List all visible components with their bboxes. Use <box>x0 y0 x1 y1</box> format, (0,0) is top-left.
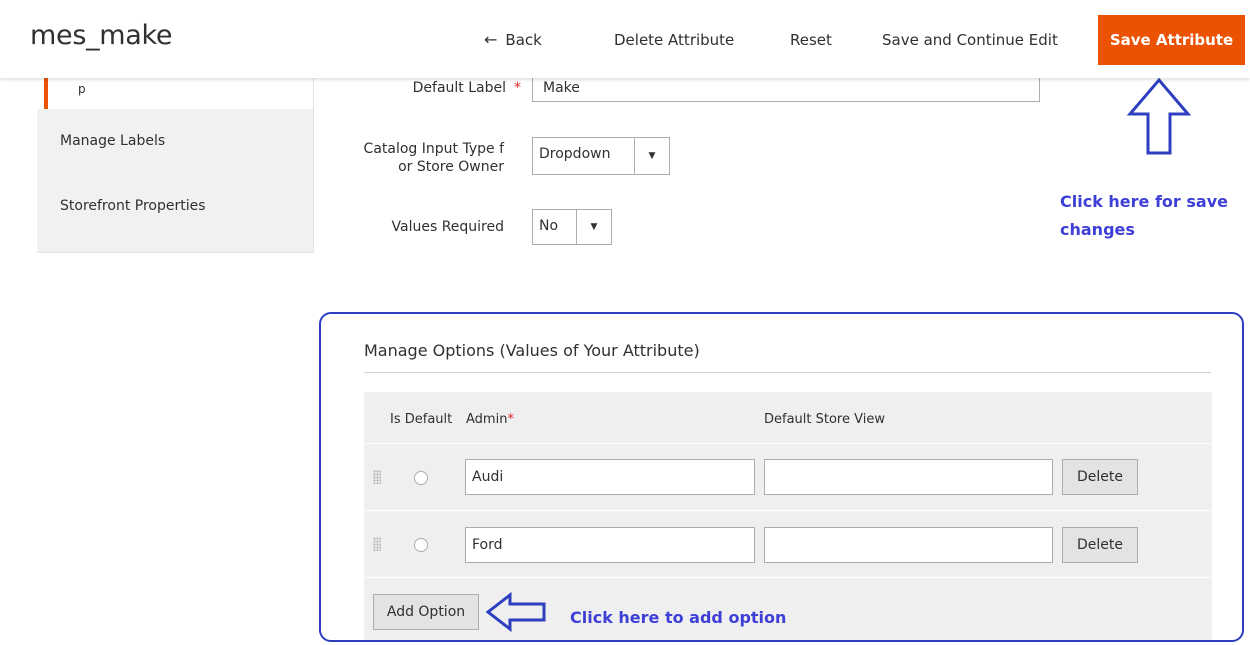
header-admin: Admin* <box>466 412 514 427</box>
left-arrow-annotation-icon <box>485 592 546 632</box>
up-arrow-annotation-icon <box>1126 77 1192 155</box>
header-admin-label: Admin <box>466 412 508 427</box>
delete-attribute-button[interactable]: Delete Attribute <box>614 22 734 58</box>
drag-handle-icon[interactable] <box>373 470 381 484</box>
row-divider <box>364 443 1212 444</box>
values-required-value: No <box>539 218 559 234</box>
catalog-input-type-value: Dropdown <box>539 146 611 162</box>
values-required-label: Values Required <box>391 219 505 235</box>
header-default-store-view: Default Store View <box>764 412 885 427</box>
manage-options-title: Manage Options (Values of Your Attribute… <box>364 341 700 360</box>
divider <box>364 372 1211 373</box>
add-option-button[interactable]: Add Option <box>373 594 479 630</box>
delete-option-button[interactable]: Delete <box>1062 459 1138 495</box>
page-title: mes_make <box>30 20 173 51</box>
chevron-down-icon: ▼ <box>590 222 598 232</box>
required-asterisk: * <box>514 80 521 96</box>
admin-value-input[interactable]: Audi <box>465 459 755 495</box>
row-divider <box>364 577 1212 578</box>
save-hint-text: Click here for save changes <box>1060 192 1228 239</box>
default-label-input[interactable]: Make <box>532 78 1040 102</box>
values-required-dropdown[interactable]: ▼ <box>576 210 611 244</box>
tab-manage-labels[interactable]: Manage Labels <box>60 133 165 149</box>
back-button[interactable]: ← Back <box>484 22 542 58</box>
active-tab-indicator <box>44 78 48 109</box>
is-default-radio[interactable] <box>414 538 428 552</box>
page-header: mes_make ← Back Delete Attribute Reset Sa… <box>0 0 1250 78</box>
is-default-radio[interactable] <box>414 471 428 485</box>
header-is-default: Is Default <box>390 412 453 427</box>
catalog-input-type-label: Catalog Input Type f or Store Owner <box>363 141 504 175</box>
back-button-label: Back <box>505 31 542 49</box>
save-and-continue-button[interactable]: Save and Continue Edit <box>882 22 1058 58</box>
chevron-down-icon: ▼ <box>648 151 656 161</box>
tab-storefront-properties[interactable]: Storefront Properties <box>60 198 206 214</box>
catalog-input-type-select[interactable]: Dropdown ▼ <box>532 137 670 175</box>
drag-handle-icon[interactable] <box>373 537 381 551</box>
delete-option-button[interactable]: Delete <box>1062 527 1138 563</box>
add-option-hint-text: Click here to add option <box>570 608 787 627</box>
tab-properties-label: p <box>78 82 86 96</box>
store-view-value-input[interactable] <box>764 527 1053 563</box>
store-view-value-input[interactable] <box>764 459 1053 495</box>
default-label-label: Default Label <box>412 80 506 96</box>
admin-value-input[interactable]: Ford <box>465 527 755 563</box>
required-asterisk: * <box>507 412 514 427</box>
values-required-select[interactable]: No ▼ <box>532 209 612 245</box>
reset-button[interactable]: Reset <box>790 22 832 58</box>
row-divider <box>364 510 1212 511</box>
back-arrow-icon: ← <box>484 30 498 49</box>
catalog-input-type-dropdown[interactable]: ▼ <box>634 138 669 174</box>
save-attribute-button[interactable]: Save Attribute <box>1098 15 1245 65</box>
